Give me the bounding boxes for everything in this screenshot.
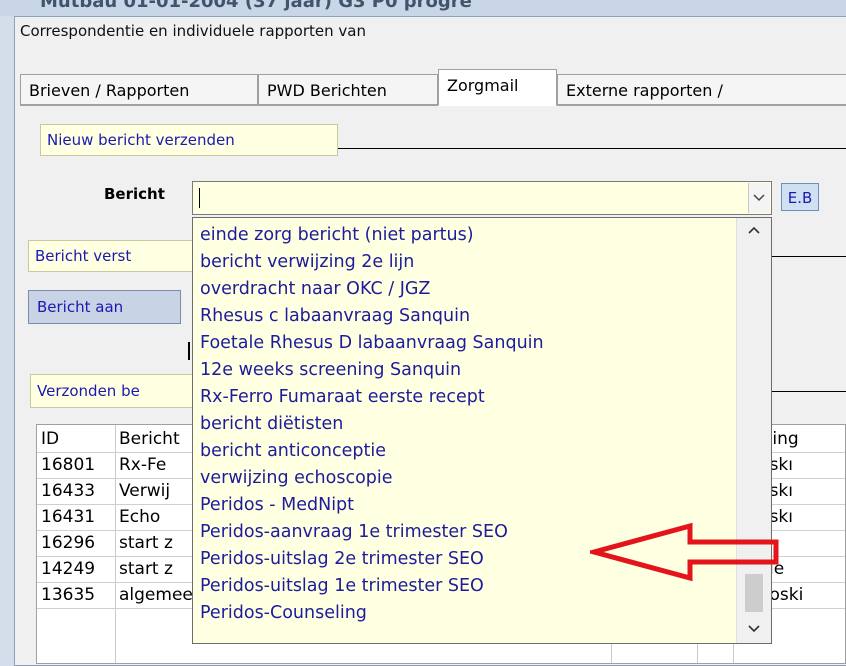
dropdown-option[interactable]: Peridos-uitslag 1e trimester SEO xyxy=(200,573,484,599)
bericht-combobox[interactable] xyxy=(192,181,772,215)
group-label-sent: Verzonden be xyxy=(30,374,200,408)
dropdown-option[interactable]: Peridos-Counseling xyxy=(200,600,367,626)
eb-button[interactable]: E.B xyxy=(781,183,819,211)
group-divider xyxy=(338,148,846,149)
window-title: Correspondentie en individuele rapporten… xyxy=(20,22,366,40)
chevron-down-icon xyxy=(753,194,765,202)
app-titlebar: Mutbau 01-01-2004 (37 jaar) G3 P0 progre xyxy=(0,0,846,16)
header-bericht[interactable]: Bericht xyxy=(119,427,180,452)
tab-label: PWD Berichten xyxy=(267,81,387,100)
cell-id: 14249 xyxy=(41,559,96,579)
group-divider xyxy=(772,256,846,257)
scroll-down-arrow[interactable] xyxy=(737,617,771,643)
dropdown-option[interactable]: bericht verwijzing 2e lijn xyxy=(200,249,414,275)
cell-id: 16296 xyxy=(41,533,96,553)
dropdown-option[interactable]: 12e weeks screening Sanquin xyxy=(200,357,461,383)
cell-bericht: start z xyxy=(119,533,173,553)
chevron-down-icon xyxy=(748,625,760,633)
dropdown-option[interactable]: bericht anticonceptie xyxy=(200,438,386,464)
bericht-label: Bericht xyxy=(104,185,165,203)
tab-zorgmail[interactable]: Zorgmail xyxy=(438,69,557,106)
dropdown-option[interactable]: overdracht naar OKC / JGZ xyxy=(200,276,430,302)
dropdown-option[interactable]: einde zorg bericht (niet partus) xyxy=(200,222,474,248)
tab-pwd-berichten[interactable]: PWD Berichten xyxy=(258,74,438,106)
cell-id: 13635 xyxy=(41,585,96,605)
scroll-up-arrow[interactable] xyxy=(737,218,771,244)
cell-bericht: start z xyxy=(119,559,173,579)
tab-label: Brieven / Rapporten xyxy=(29,81,190,100)
cell-bericht: Verwij xyxy=(119,481,171,501)
group-label-new-message: Nieuw bericht verzenden xyxy=(40,124,338,156)
tab-externe-rapporten[interactable]: Externe rapporten / xyxy=(557,74,846,106)
chevron-up-icon xyxy=(748,226,760,234)
tab-label: Externe rapporten / xyxy=(566,81,723,100)
dropdown-option[interactable]: verwijzing echoscopie xyxy=(200,465,393,491)
dropdown-option-highlighted[interactable]: Peridos-aanvraag 1e trimester SEO xyxy=(200,519,508,545)
group-divider xyxy=(772,391,846,392)
dropdown-option[interactable]: bericht diëtisten xyxy=(200,411,343,437)
dropdown-option[interactable]: Peridos - MedNipt xyxy=(200,492,354,518)
cell-bericht: Echo xyxy=(119,507,161,527)
header-id[interactable]: ID xyxy=(41,427,59,452)
dropdown-option[interactable]: Foetale Rhesus D labaanvraag Sanquin xyxy=(200,330,544,356)
bericht-aan-button[interactable]: Bericht aan xyxy=(28,290,181,324)
text-caret xyxy=(188,342,190,360)
dropdown-option[interactable]: Rhesus c labaanvraag Sanquin xyxy=(200,303,470,329)
cell-id: 16801 xyxy=(41,455,96,475)
cell-id: 16431 xyxy=(41,507,96,527)
cell-bericht: Rx-Fe xyxy=(119,455,167,475)
tab-brieven-rapporten[interactable]: Brieven / Rapporten xyxy=(20,74,258,106)
annotation-arrow-icon xyxy=(590,522,779,582)
app-title-text: Mutbau 01-01-2004 (37 jaar) G3 P0 progre xyxy=(40,0,472,12)
text-caret xyxy=(199,188,200,208)
dropdown-option[interactable]: Rx-Ferro Fumaraat eerste recept xyxy=(200,384,485,410)
combobox-dropdown-button[interactable] xyxy=(748,183,770,213)
group-label-sender: Bericht verst xyxy=(28,240,198,272)
tab-label: Zorgmail xyxy=(447,76,519,95)
cell-id: 16433 xyxy=(41,481,96,501)
tab-strip-border xyxy=(20,104,846,105)
dropdown-option[interactable]: Peridos-uitslag 2e trimester SEO xyxy=(200,546,484,572)
